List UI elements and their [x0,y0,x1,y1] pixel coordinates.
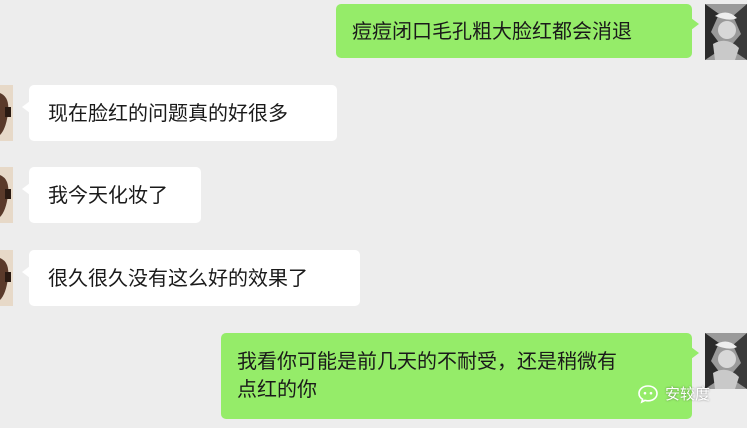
message-bubble-other[interactable]: 很久很久没有这么好的效果了 [22,250,360,306]
other-avatar-image [0,250,13,306]
other-avatar-image [0,85,13,141]
message-bubble-self[interactable]: 痘痘闭口毛孔粗大脸红都会消退 [336,4,699,58]
watermark-text: 安较度 [665,385,711,403]
message-bubble-self[interactable]: 我看你可能是前几天的不耐受，还是稍微有 点红的你 [221,333,699,419]
message-bubble-other[interactable]: 我今天化妆了 [22,167,201,223]
self-avatar-2[interactable] [705,333,747,389]
other-avatar-1[interactable] [0,85,13,141]
message-bubble-other[interactable]: 现在脸红的问题真的好很多 [22,85,337,141]
self-avatar-1[interactable] [705,4,747,60]
other-avatar-3[interactable] [0,250,13,306]
wechat-official-account-icon [637,384,659,404]
self-avatar-image [705,4,747,60]
other-avatar-image [0,167,13,223]
watermark: 安较度 [637,383,710,404]
other-avatar-2[interactable] [0,167,13,223]
self-avatar-image [705,333,747,389]
